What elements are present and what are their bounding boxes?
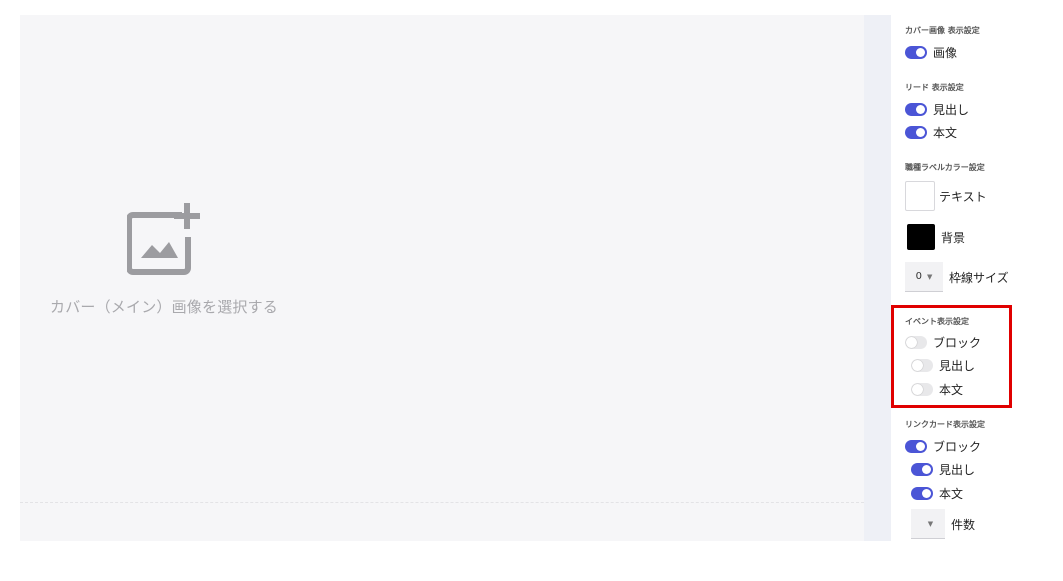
chevron-down-icon: ▼ bbox=[926, 272, 933, 281]
link-heading-toggle-row[interactable]: 見出し bbox=[911, 460, 975, 478]
border-size-row[interactable]: 0 ▼ 枠線サイズ bbox=[905, 262, 1009, 292]
lead-heading-toggle[interactable] bbox=[905, 102, 927, 116]
link-heading-label: 見出し bbox=[939, 462, 976, 477]
chevron-down-icon: ▼ bbox=[927, 519, 934, 528]
settings-panel: カバー画像 表示設定 画像 リード 表示設定 見出し 本文 職種ラベルカラー設定… bbox=[891, 15, 1063, 541]
bg-color-swatch[interactable] bbox=[907, 224, 935, 250]
link-count-row[interactable]: ▼ 件数 bbox=[911, 509, 975, 539]
link-count-select[interactable]: ▼ bbox=[911, 509, 945, 539]
lead-settings-title: リード 表示設定 bbox=[905, 83, 964, 92]
cover-image-canvas[interactable]: カバー（メイン）画像を選択する bbox=[20, 15, 864, 541]
lead-body-toggle-row[interactable]: 本文 bbox=[905, 123, 957, 141]
link-body-label: 本文 bbox=[939, 486, 964, 501]
text-color-swatch[interactable] bbox=[905, 181, 935, 211]
border-size-select[interactable]: 0 ▼ bbox=[905, 262, 943, 292]
canvas-divider bbox=[20, 502, 864, 503]
cover-image-label: 画像 bbox=[933, 45, 958, 60]
text-color-row[interactable]: テキスト bbox=[905, 181, 987, 211]
bg-color-label: 背景 bbox=[941, 230, 966, 245]
border-size-label: 枠線サイズ bbox=[949, 270, 1009, 285]
add-image-icon[interactable] bbox=[127, 200, 205, 278]
cover-image-toggle-row[interactable]: 画像 bbox=[905, 43, 957, 61]
event-settings-highlight bbox=[891, 305, 1012, 408]
link-count-label: 件数 bbox=[951, 517, 976, 532]
cover-image-toggle[interactable] bbox=[905, 45, 927, 59]
link-body-toggle-row[interactable]: 本文 bbox=[911, 484, 963, 502]
lead-body-label: 本文 bbox=[933, 125, 958, 140]
border-size-value: 0 bbox=[915, 271, 922, 282]
bg-color-row[interactable]: 背景 bbox=[907, 224, 965, 250]
cover-image-hint[interactable]: カバー（メイン）画像を選択する bbox=[50, 296, 278, 317]
link-card-settings-title: リンクカード表示設定 bbox=[905, 420, 985, 429]
cover-settings-title: カバー画像 表示設定 bbox=[905, 26, 980, 35]
text-color-label: テキスト bbox=[939, 189, 987, 204]
label-color-title: 職種ラベルカラー設定 bbox=[905, 163, 985, 172]
link-block-label: ブロック bbox=[933, 439, 982, 454]
link-body-toggle[interactable] bbox=[911, 486, 933, 500]
link-block-toggle[interactable] bbox=[905, 439, 927, 453]
lead-heading-label: 見出し bbox=[933, 102, 970, 117]
link-heading-toggle[interactable] bbox=[911, 462, 933, 476]
panel-gutter bbox=[864, 15, 891, 541]
link-block-toggle-row[interactable]: ブロック bbox=[905, 437, 981, 455]
lead-body-toggle[interactable] bbox=[905, 125, 927, 139]
lead-heading-toggle-row[interactable]: 見出し bbox=[905, 100, 969, 118]
